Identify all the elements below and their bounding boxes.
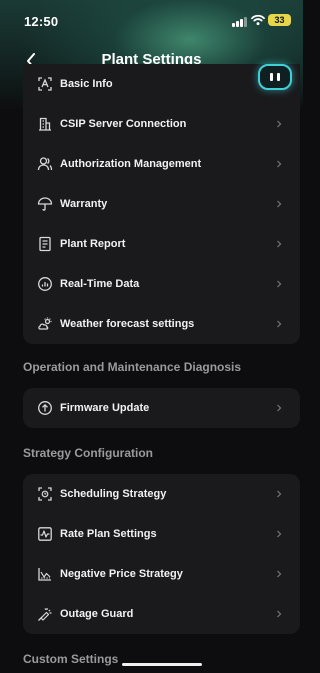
chevron-right-icon [277, 404, 282, 412]
chevron-right-icon [277, 490, 282, 498]
firmware-update-icon [38, 401, 52, 415]
list-item-scheduling-strategy[interactable]: Scheduling Strategy [23, 474, 300, 514]
users-icon [37, 157, 53, 171]
gauge-icon [38, 277, 52, 291]
list-item-negative-price[interactable]: Negative Price Strategy [23, 554, 300, 594]
list-item-firmware-update[interactable]: Firmware Update [23, 388, 300, 428]
list-item-label: CSIP Server Connection [60, 118, 187, 130]
battery-icon: 33 [268, 14, 291, 26]
strategy-card: Scheduling Strategy Rate Plan Settings N… [23, 474, 300, 634]
list-item-label: Real-Time Data [60, 278, 140, 290]
list-item-label: Firmware Update [60, 402, 150, 414]
list-item-plant-report[interactable]: Plant Report [23, 224, 300, 264]
chevron-right-icon [277, 200, 282, 208]
chevron-right-icon [277, 530, 282, 538]
wifi-icon [251, 14, 265, 26]
section-title-custom: Custom Settings [23, 652, 119, 666]
list-item-label: Plant Report [60, 238, 126, 250]
list-item-label: Authorization Management [60, 158, 202, 170]
list-item-label: Outage Guard [60, 608, 134, 620]
chevron-right-icon [277, 610, 282, 618]
status-time: 12:50 [24, 14, 59, 29]
list-item-csip-server[interactable]: CSIP Server Connection [23, 104, 300, 144]
list-item-outage-guard[interactable]: Outage Guard [23, 594, 300, 634]
weather-icon [38, 317, 52, 330]
list-item-rate-plan[interactable]: Rate Plan Settings [23, 514, 300, 554]
list-item-label: Scheduling Strategy [60, 488, 167, 500]
chevron-right-icon [277, 120, 282, 128]
scheduling-icon [38, 487, 52, 501]
list-item-label: Weather forecast settings [60, 318, 195, 330]
general-settings-card: Basic Info CSIP Server Connection Author… [23, 64, 300, 344]
list-item-label: Rate Plan Settings [60, 528, 157, 540]
list-item-real-time-data[interactable]: Real-Time Data [23, 264, 300, 304]
home-indicator [122, 663, 202, 666]
chevron-right-icon [277, 240, 282, 248]
section-title-strategy: Strategy Configuration [23, 446, 154, 460]
rate-plan-icon [38, 527, 52, 541]
list-item-weather-forecast[interactable]: Weather forecast settings [23, 304, 300, 344]
negative-price-icon [38, 568, 51, 581]
section-title-om: Operation and Maintenance Diagnosis [23, 360, 242, 374]
list-item-authorization[interactable]: Authorization Management [23, 144, 300, 184]
list-item-label: Basic Info [60, 78, 113, 90]
basic-info-icon [38, 77, 52, 91]
chevron-right-icon [277, 280, 282, 288]
cellular-signal-icon [232, 17, 247, 27]
report-icon [39, 236, 51, 252]
status-bar: 12:50 33 [0, 0, 303, 40]
list-item-label: Negative Price Strategy [60, 568, 183, 580]
list-item-label: Warranty [60, 198, 108, 210]
umbrella-icon [37, 197, 53, 211]
chevron-right-icon [277, 320, 282, 328]
chevron-right-icon [277, 570, 282, 578]
chevron-right-icon [277, 160, 282, 168]
list-item-warranty[interactable]: Warranty [23, 184, 300, 224]
floating-assistant-button[interactable] [258, 64, 292, 90]
om-card: Firmware Update [23, 388, 300, 428]
outage-guard-icon [38, 608, 52, 621]
server-building-icon [39, 117, 51, 131]
